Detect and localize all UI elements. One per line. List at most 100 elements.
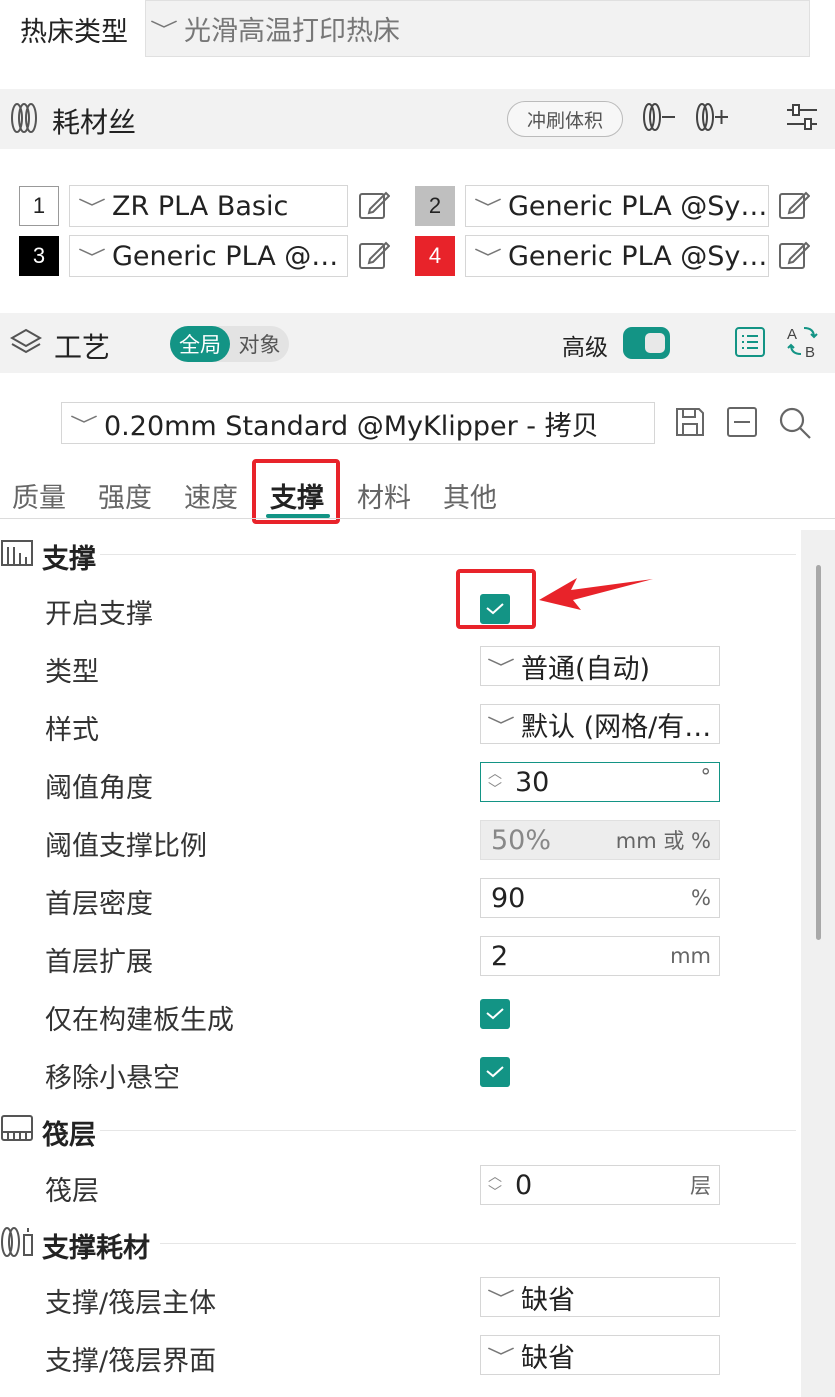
first-layer-expansion-value[interactable]: 2 bbox=[481, 941, 670, 972]
advanced-label: 高级 bbox=[562, 335, 608, 361]
tab-highlight-box bbox=[252, 459, 340, 524]
toggle-global[interactable]: 全局 bbox=[170, 326, 230, 362]
support-style-value: 默认 (网格/有机) bbox=[521, 711, 719, 743]
chevron-down-icon: ﹀ bbox=[487, 655, 515, 680]
filament-slot-3-badge[interactable]: 3 bbox=[19, 236, 59, 276]
first-layer-expansion-unit: mm bbox=[670, 944, 711, 968]
tab-others[interactable]: 其他 bbox=[443, 476, 497, 515]
bed-type-value: 光滑高温打印热床 bbox=[184, 16, 400, 47]
settings-sliders-icon[interactable] bbox=[785, 101, 819, 133]
enable-support-label: 开启支撑 bbox=[45, 599, 153, 630]
support-type-label: 类型 bbox=[45, 657, 99, 688]
threshold-angle-value[interactable]: 30 bbox=[509, 767, 701, 798]
chevron-down-icon: ﹀ bbox=[474, 195, 502, 220]
raft-layers-label: 筏层 bbox=[45, 1176, 99, 1207]
advanced-switch[interactable] bbox=[623, 327, 670, 359]
list-view-icon[interactable] bbox=[734, 326, 766, 358]
group-divider bbox=[100, 1130, 796, 1131]
threshold-angle-label: 阈值角度 bbox=[45, 773, 153, 804]
threshold-ratio-input: 50% mm 或 % bbox=[480, 820, 720, 860]
scrollbar-thumb[interactable] bbox=[816, 565, 821, 940]
svg-text:A: A bbox=[787, 326, 797, 343]
threshold-ratio-value: 50% bbox=[491, 824, 552, 856]
support-base-filament-label: 支撑/筏层主体 bbox=[45, 1288, 217, 1319]
support-base-filament-select[interactable]: ﹀ 缺省 bbox=[480, 1277, 720, 1317]
tabs-divider bbox=[0, 518, 835, 519]
first-layer-density-value[interactable]: 90 bbox=[481, 883, 691, 914]
tab-quality[interactable]: 质量 bbox=[12, 476, 66, 515]
edit-icon[interactable] bbox=[778, 189, 810, 221]
delete-preset-icon[interactable] bbox=[726, 406, 758, 438]
chevron-down-icon: ﹀ bbox=[487, 713, 515, 738]
filament-slot-1-badge[interactable]: 1 bbox=[19, 186, 59, 226]
on-build-plate-label: 仅在构建板生成 bbox=[45, 1005, 234, 1036]
global-object-toggle[interactable]: 全局 对象 bbox=[170, 326, 289, 362]
support-group-title: 支撑 bbox=[42, 544, 96, 575]
filament-slot-4-select[interactable]: ﹀ Generic PLA @System bbox=[465, 235, 769, 277]
filament-slot-2-select[interactable]: ﹀ Generic PLA @System bbox=[465, 185, 769, 227]
compare-presets-icon[interactable]: A B bbox=[786, 324, 820, 360]
chevron-down-icon: ﹀ bbox=[78, 245, 106, 270]
tab-strength[interactable]: 强度 bbox=[98, 476, 152, 515]
threshold-angle-input[interactable]: ︿ ﹀ 30 ° bbox=[480, 762, 720, 802]
bed-type-label: 热床类型 bbox=[20, 17, 128, 48]
tab-speed[interactable]: 速度 bbox=[184, 476, 238, 515]
chevron-down-icon: ﹀ bbox=[78, 195, 106, 220]
filament-slot-2-name: Generic PLA @System bbox=[508, 190, 768, 222]
chevron-down-icon: ﹀ bbox=[474, 245, 502, 270]
process-preset-select[interactable]: ﹀ 0.20mm Standard @MyKlipper - 拷贝 bbox=[61, 402, 655, 444]
support-style-label: 样式 bbox=[45, 715, 99, 746]
first-layer-density-unit: % bbox=[691, 886, 711, 910]
filament-slot-3-name: Generic PLA @System bbox=[112, 240, 347, 272]
threshold-ratio-unit: mm 或 % bbox=[615, 829, 711, 853]
layers-icon bbox=[10, 328, 42, 354]
checkbox-highlight-box bbox=[456, 569, 536, 629]
first-layer-density-input[interactable]: 90 % bbox=[480, 878, 720, 918]
support-group-icon bbox=[1, 540, 33, 566]
threshold-ratio-label: 阈值支撑比例 bbox=[45, 831, 207, 862]
threshold-angle-unit: ° bbox=[700, 765, 712, 789]
flush-volume-button[interactable]: 冲刷体积 bbox=[507, 101, 623, 137]
search-icon[interactable] bbox=[778, 406, 812, 440]
raft-group-title: 筏层 bbox=[42, 1120, 96, 1151]
add-filament-icon[interactable] bbox=[695, 101, 729, 133]
process-preset-name: 0.20mm Standard @MyKlipper - 拷贝 bbox=[104, 410, 599, 442]
svg-text:B: B bbox=[805, 344, 815, 360]
edit-icon[interactable] bbox=[358, 239, 390, 271]
edit-icon[interactable] bbox=[778, 239, 810, 271]
raft-layers-value[interactable]: 0 bbox=[509, 1170, 690, 1201]
support-interface-filament-value: 缺省 bbox=[521, 1342, 575, 1374]
on-build-plate-checkbox[interactable] bbox=[480, 999, 510, 1029]
filament-slot-2-badge[interactable]: 2 bbox=[415, 186, 455, 226]
filament-slot-1-select[interactable]: ﹀ ZR PLA Basic bbox=[69, 185, 348, 227]
support-filament-group-title: 支撑耗材 bbox=[42, 1233, 150, 1264]
spin-arrows-icon[interactable]: ︿ ﹀ bbox=[481, 763, 509, 801]
raft-layers-input[interactable]: ︿ ﹀ 0 层 bbox=[480, 1165, 720, 1205]
first-layer-expansion-input[interactable]: 2 mm bbox=[480, 936, 720, 976]
save-icon[interactable] bbox=[674, 406, 706, 438]
support-interface-filament-select[interactable]: ﹀ 缺省 bbox=[480, 1335, 720, 1375]
edit-icon[interactable] bbox=[358, 189, 390, 221]
first-layer-density-label: 首层密度 bbox=[45, 889, 153, 920]
group-divider bbox=[160, 1243, 796, 1244]
support-type-select[interactable]: ﹀ 普通(自动) bbox=[480, 646, 720, 686]
filament-slot-1-name: ZR PLA Basic bbox=[112, 190, 289, 222]
process-title: 工艺 bbox=[54, 331, 111, 364]
support-type-value: 普通(自动) bbox=[521, 653, 651, 685]
tab-material[interactable]: 材料 bbox=[357, 476, 411, 515]
support-filament-group-icon bbox=[1, 1227, 33, 1257]
filament-slot-3-select[interactable]: ﹀ Generic PLA @System bbox=[69, 235, 348, 277]
remove-small-overhang-checkbox[interactable] bbox=[480, 1057, 510, 1087]
spin-arrows-icon[interactable]: ︿ ﹀ bbox=[481, 1166, 509, 1204]
raft-layers-unit: 层 bbox=[690, 1174, 711, 1198]
remove-small-overhang-label: 移除小悬空 bbox=[45, 1063, 180, 1094]
chevron-down-icon: ﹀ bbox=[487, 1344, 515, 1369]
support-style-select[interactable]: ﹀ 默认 (网格/有机) bbox=[480, 704, 720, 744]
process-header bbox=[0, 313, 835, 373]
toggle-object[interactable]: 对象 bbox=[230, 329, 289, 359]
group-divider bbox=[100, 554, 796, 555]
bed-type-select[interactable]: ﹀ 光滑高温打印热床 bbox=[145, 0, 810, 57]
remove-filament-icon[interactable] bbox=[642, 101, 676, 133]
filament-slot-4-badge[interactable]: 4 bbox=[415, 236, 455, 276]
filament-spool-icon bbox=[11, 103, 37, 133]
